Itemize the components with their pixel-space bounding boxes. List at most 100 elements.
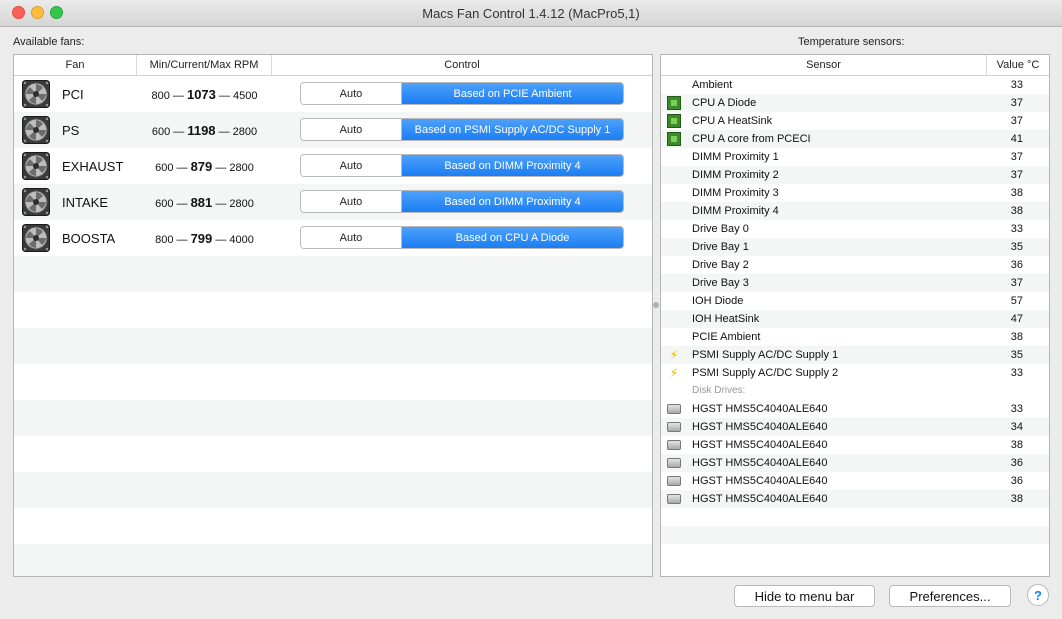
column-header-sensor[interactable]: Sensor: [661, 55, 987, 75]
fan-row[interactable]: EXHAUST 600 — 879 — 2800 Auto Based on DIMM…: [14, 148, 652, 184]
fan-row[interactable]: BOOSTA 800 — 799 — 4000 Auto Based on CPU A…: [14, 220, 652, 256]
fan-control-segmented: Auto Based on DIMM Proximity 4: [300, 190, 624, 213]
sensor-row[interactable]: DIMM Proximity 2 37: [661, 166, 1049, 184]
sensor-row[interactable]: HGST HMS5C4040ALE640 36: [661, 472, 1049, 490]
sensor-value: 38: [1010, 205, 1023, 217]
fan-icon: [22, 116, 50, 144]
sensor-rows: Ambient 33 CPU A Diode 37 CPU A HeatSink 37 CP…: [661, 76, 1049, 562]
sensor-name: DIMM Proximity 1: [692, 151, 779, 163]
disk-drive-icon: [667, 422, 681, 432]
sensor-name: DIMM Proximity 4: [692, 205, 779, 217]
sensor-value: 37: [1010, 97, 1023, 109]
column-header-control[interactable]: Control: [272, 55, 652, 75]
column-header-rpm[interactable]: Min/Current/Max RPM: [137, 55, 272, 75]
empty-row: [14, 436, 652, 472]
sensor-row[interactable]: HGST HMS5C4040ALE640 38: [661, 490, 1049, 508]
title-bar[interactable]: Macs Fan Control 1.4.12 (MacPro5,1): [0, 0, 1062, 27]
sensor-row[interactable]: HGST HMS5C4040ALE640 38: [661, 436, 1049, 454]
sensor-row[interactable]: HGST HMS5C4040ALE640 33: [661, 400, 1049, 418]
splitter-handle[interactable]: [653, 302, 659, 308]
column-header-value[interactable]: Value °C: [987, 55, 1049, 75]
disk-drive-icon: [667, 458, 681, 468]
fan-current-rpm: 881: [190, 194, 213, 210]
preferences-button[interactable]: Preferences...: [889, 585, 1011, 607]
fan-min-rpm: 800: [151, 89, 170, 102]
custom-control-button[interactable]: Based on PCIE Ambient: [402, 83, 623, 104]
custom-control-button[interactable]: Based on DIMM Proximity 4: [402, 191, 623, 212]
sensor-value: 38: [1010, 493, 1023, 505]
fan-empty-rows: [14, 256, 652, 576]
custom-control-button[interactable]: Based on CPU A Diode: [402, 227, 623, 248]
rpm-separator: —: [215, 233, 227, 246]
rpm-separator: —: [176, 161, 188, 174]
fan-control-segmented: Auto Based on CPU A Diode: [300, 226, 624, 249]
fan-row[interactable]: INTAKE 600 — 881 — 2800 Auto Based on DIMM …: [14, 184, 652, 220]
sensor-value: 35: [1010, 349, 1023, 361]
disk-drive-icon: [667, 476, 681, 486]
sensor-row[interactable]: Drive Bay 2 36: [661, 256, 1049, 274]
fan-row[interactable]: PS 600 — 1198 — 2800 Auto Based on PSMI Sup…: [14, 112, 652, 148]
sensor-row[interactable]: CPU A HeatSink 37: [661, 112, 1049, 130]
sensor-row[interactable]: Ambient 33: [661, 76, 1049, 94]
empty-row: [661, 508, 1049, 526]
column-header-fan[interactable]: Fan: [14, 55, 137, 75]
sensor-row[interactable]: IOH Diode 57: [661, 292, 1049, 310]
sensor-name: Drive Bay 1: [692, 241, 749, 253]
sensor-row[interactable]: DIMM Proximity 1 37: [661, 148, 1049, 166]
fan-name: BOOSTA: [62, 230, 116, 246]
auto-button[interactable]: Auto: [301, 83, 402, 104]
sensor-row[interactable]: HGST HMS5C4040ALE640 34: [661, 418, 1049, 436]
fan-rpm: 600 — 881 — 2800: [137, 195, 272, 210]
sensor-name: Ambient: [692, 79, 733, 91]
hide-to-menu-bar-button[interactable]: Hide to menu bar: [734, 585, 875, 607]
fans-table-header: Fan Min/Current/Max RPM Control: [14, 55, 652, 76]
custom-control-button[interactable]: Based on DIMM Proximity 4: [402, 155, 623, 176]
sensor-row[interactable]: CPU A Diode 37: [661, 94, 1049, 112]
fan-max-rpm: 4000: [229, 233, 254, 246]
sensor-row[interactable]: HGST HMS5C4040ALE640 36: [661, 454, 1049, 472]
fan-row[interactable]: PCI 800 — 1073 — 4500 Auto Based on PCIE Am…: [14, 76, 652, 112]
sensor-row[interactable]: DIMM Proximity 4 38: [661, 202, 1049, 220]
fan-control-segmented: Auto Based on DIMM Proximity 4: [300, 154, 624, 177]
lightning-bolt-icon: ⚡: [669, 366, 679, 380]
sensor-value: 38: [1010, 439, 1023, 451]
sensor-row[interactable]: Drive Bay 3 37: [661, 274, 1049, 292]
fan-name: PS: [62, 122, 80, 138]
sensor-row[interactable]: PCIE Ambient 38: [661, 328, 1049, 346]
rpm-separator: —: [215, 161, 227, 174]
rpm-separator: —: [176, 233, 188, 246]
auto-button[interactable]: Auto: [301, 119, 402, 140]
disk-drives-label: Disk Drives:: [692, 385, 746, 396]
rpm-separator: —: [218, 125, 230, 138]
auto-button[interactable]: Auto: [301, 227, 402, 248]
sensor-value: 38: [1010, 331, 1023, 343]
sensor-value: 36: [1010, 475, 1023, 487]
sensor-value: 57: [1010, 295, 1023, 307]
cpu-chip-icon: [667, 114, 681, 128]
rpm-separator: —: [176, 197, 188, 210]
sensor-row[interactable]: ⚡ PSMI Supply AC/DC Supply 1 35: [661, 346, 1049, 364]
sensor-row[interactable]: DIMM Proximity 3 38: [661, 184, 1049, 202]
sensor-value: 34: [1010, 421, 1023, 433]
fan-current-rpm: 1073: [186, 86, 216, 102]
sensor-row[interactable]: IOH HeatSink 47: [661, 310, 1049, 328]
fan-current-rpm: 1198: [187, 122, 216, 138]
sensor-value: 33: [1010, 403, 1023, 415]
fan-max-rpm: 4500: [233, 89, 258, 102]
auto-button[interactable]: Auto: [301, 155, 402, 176]
sensor-row[interactable]: ⚡ PSMI Supply AC/DC Supply 2 33: [661, 364, 1049, 382]
auto-button[interactable]: Auto: [301, 191, 402, 212]
fan-rpm: 800 — 1073 — 4500: [137, 87, 272, 102]
help-button[interactable]: ?: [1027, 584, 1049, 606]
fan-icon: [22, 80, 50, 108]
disk-drive-icon: [667, 494, 681, 504]
fan-icon: [22, 224, 50, 252]
sensor-row[interactable]: CPU A core from PCECI 41: [661, 130, 1049, 148]
sensor-row[interactable]: Drive Bay 1 35: [661, 238, 1049, 256]
fan-icon: [22, 152, 50, 180]
sensor-row[interactable]: Drive Bay 0 33: [661, 220, 1049, 238]
sensor-name: CPU A Diode: [692, 97, 757, 109]
sensor-name: HGST HMS5C4040ALE640: [692, 439, 828, 451]
fan-rows: PCI 800 — 1073 — 4500 Auto Based on PCIE Am…: [14, 76, 652, 256]
custom-control-button[interactable]: Based on PSMI Supply AC/DC Supply 1: [402, 119, 623, 140]
